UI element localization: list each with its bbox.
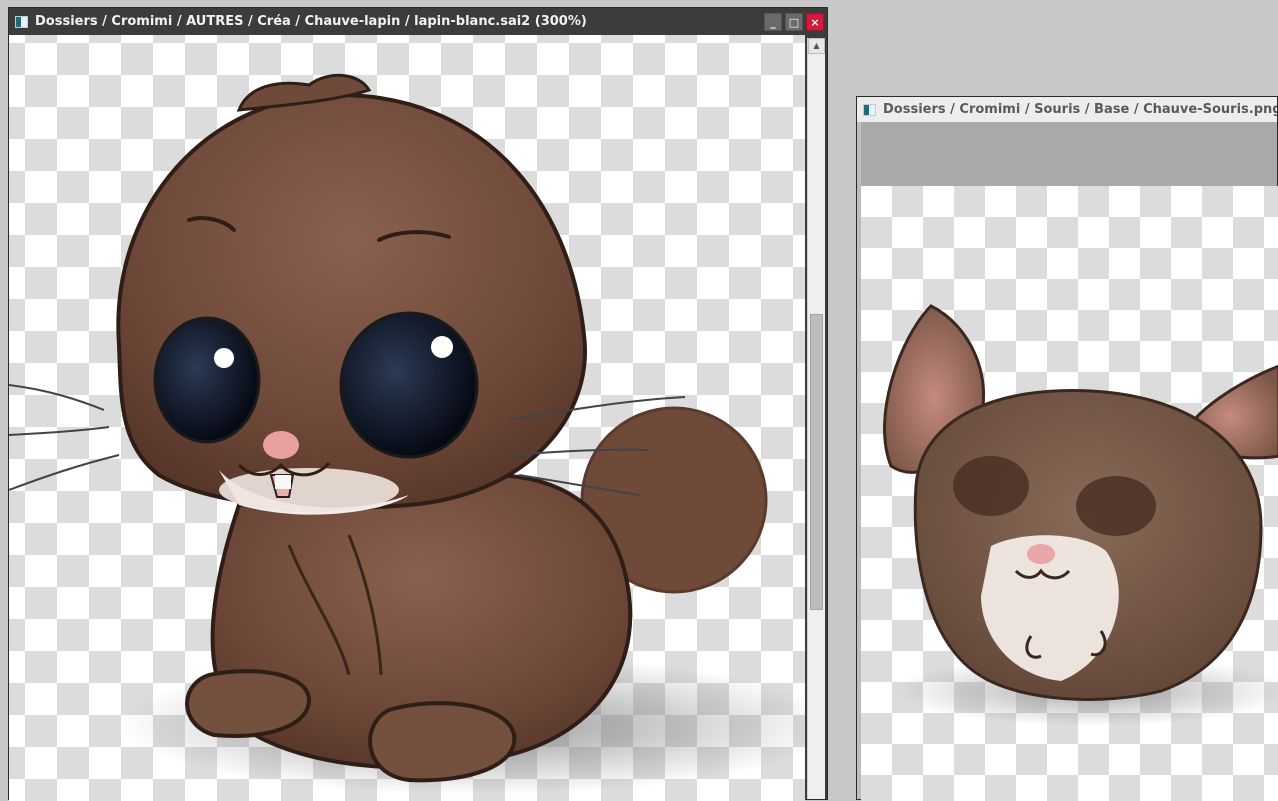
drawing-canvas[interactable] — [861, 186, 1278, 801]
document-window-mouse[interactable]: Dossiers / Cromimi / Souris / Base / Cha… — [856, 96, 1278, 801]
scrollbar-thumb[interactable] — [810, 314, 823, 610]
document-window-rabbit[interactable]: Dossiers / Cromimi / AUTRES / Créa / Cha… — [8, 7, 828, 801]
window-title: Dossiers / Cromimi / AUTRES / Créa / Cha… — [35, 14, 587, 29]
window-title: Dossiers / Cromimi / Souris / Base / Cha… — [883, 102, 1277, 117]
window-titlebar[interactable]: Dossiers / Cromimi / Souris / Base / Cha… — [857, 97, 1277, 122]
maximize-button[interactable]: □ — [785, 12, 803, 31]
rabbit-illustration — [9, 73, 805, 795]
scroll-up-icon[interactable]: ▲ — [808, 38, 825, 54]
app-icon — [863, 103, 876, 116]
window-titlebar[interactable]: Dossiers / Cromimi / AUTRES / Créa / Cha… — [9, 8, 827, 35]
vertical-scrollbar[interactable]: ▲ — [807, 38, 825, 799]
close-button[interactable]: × — [806, 12, 824, 31]
app-icon — [15, 15, 28, 28]
mouse-illustration — [883, 304, 1278, 726]
canvas-margin — [861, 122, 1277, 186]
drawing-canvas[interactable] — [9, 35, 805, 801]
minimize-button[interactable]: _ — [764, 12, 782, 31]
